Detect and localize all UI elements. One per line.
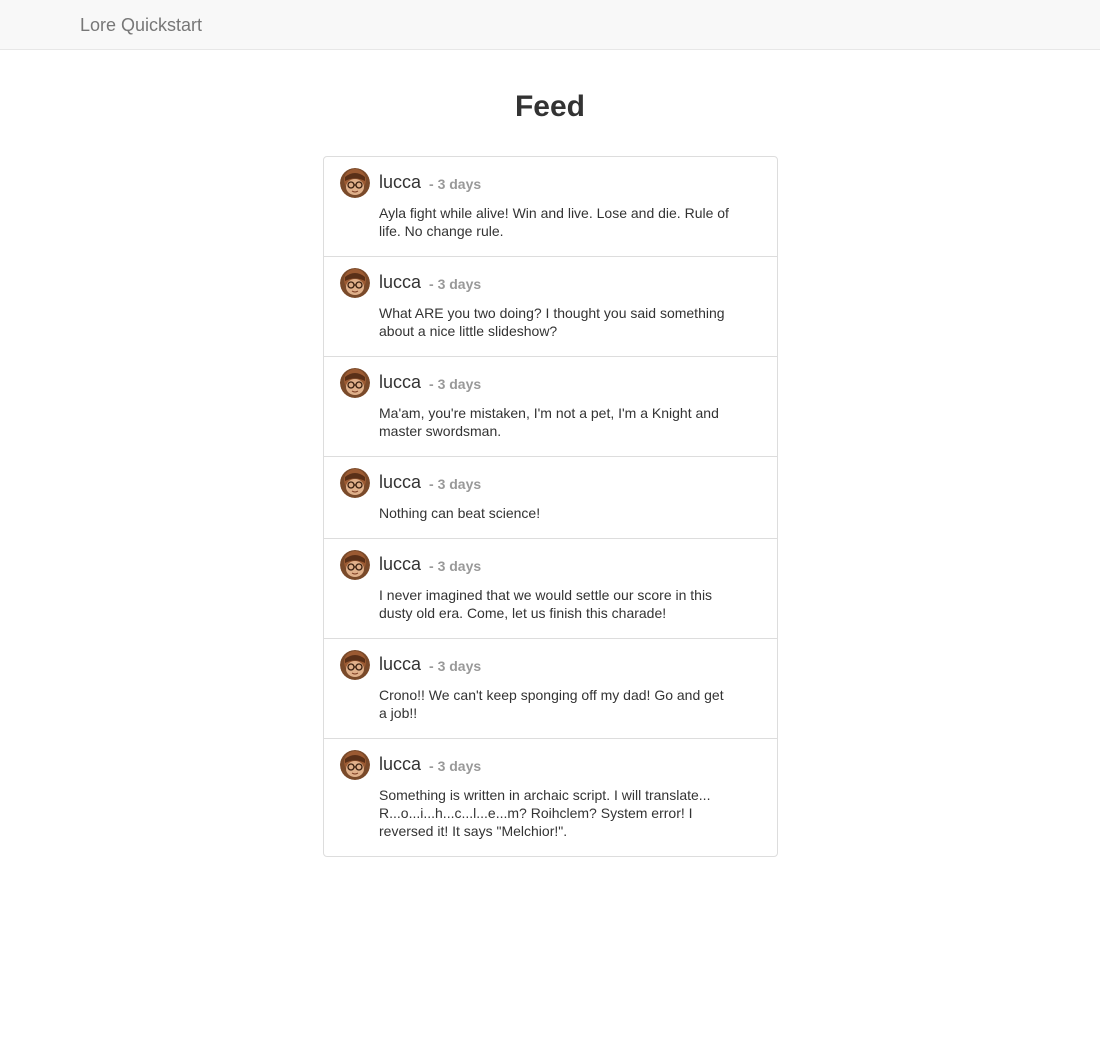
user-avatar-icon[interactable] — [340, 468, 370, 498]
user-avatar-icon[interactable] — [340, 550, 370, 580]
feed-item-header: lucca - 3 days — [379, 367, 733, 397]
feed-item: lucca - 3 days Crono!! We can't keep spo… — [324, 638, 777, 738]
username[interactable]: lucca — [379, 172, 421, 193]
message-text: Something is written in archaic script. … — [379, 787, 711, 839]
message-text: Nothing can beat science! — [379, 505, 541, 521]
username[interactable]: lucca — [379, 554, 421, 575]
feed-item: lucca - 3 days Nothing can beat science! — [324, 456, 777, 538]
navbar-brand-link[interactable]: Lore Quickstart — [80, 14, 202, 36]
timestamp: - 3 days — [429, 176, 482, 192]
feed-item: lucca - 3 days Something is written in a… — [324, 738, 777, 856]
message-text: Ayla fight while alive! Win and live. Lo… — [379, 205, 729, 239]
feed-item: lucca - 3 days I never imagined that we … — [324, 538, 777, 638]
message-text: Crono!! We can't keep sponging off my da… — [379, 687, 724, 721]
feed-item: lucca - 3 days Ma'am, you're mistaken, I… — [324, 356, 777, 456]
feed-item-header: lucca - 3 days — [379, 549, 733, 579]
timestamp: - 3 days — [429, 758, 482, 774]
feed-list: lucca - 3 days Ayla fight while alive! W… — [323, 156, 778, 857]
timestamp: - 3 days — [429, 276, 482, 292]
username[interactable]: lucca — [379, 372, 421, 393]
feed-item-header: lucca - 3 days — [379, 749, 733, 779]
user-avatar-icon[interactable] — [340, 268, 370, 298]
message-text: Ma'am, you're mistaken, I'm not a pet, I… — [379, 405, 719, 439]
username[interactable]: lucca — [379, 654, 421, 675]
username[interactable]: lucca — [379, 272, 421, 293]
message-text: I never imagined that we would settle ou… — [379, 587, 713, 621]
feed-item-header: lucca - 3 days — [379, 167, 733, 197]
page-title: Feed — [514, 90, 586, 123]
username[interactable]: lucca — [379, 472, 421, 493]
user-avatar-icon[interactable] — [340, 750, 370, 780]
feed-item: lucca - 3 days Ayla fight while alive! W… — [324, 157, 777, 256]
user-avatar-icon[interactable] — [340, 650, 370, 680]
navbar: Lore Quickstart — [0, 0, 1100, 50]
user-avatar-icon[interactable] — [340, 168, 370, 198]
timestamp: - 3 days — [429, 558, 482, 574]
timestamp: - 3 days — [429, 376, 482, 392]
timestamp: - 3 days — [429, 476, 482, 492]
feed-item-header: lucca - 3 days — [379, 649, 733, 679]
feed-item-header: lucca - 3 days — [379, 267, 733, 297]
username[interactable]: lucca — [379, 754, 421, 775]
user-avatar-icon[interactable] — [340, 368, 370, 398]
feed-item-header: lucca - 3 days — [379, 467, 733, 497]
message-text: What ARE you two doing? I thought you sa… — [379, 305, 725, 339]
timestamp: - 3 days — [429, 658, 482, 674]
feed-item: lucca - 3 days What ARE you two doing? I… — [324, 256, 777, 356]
